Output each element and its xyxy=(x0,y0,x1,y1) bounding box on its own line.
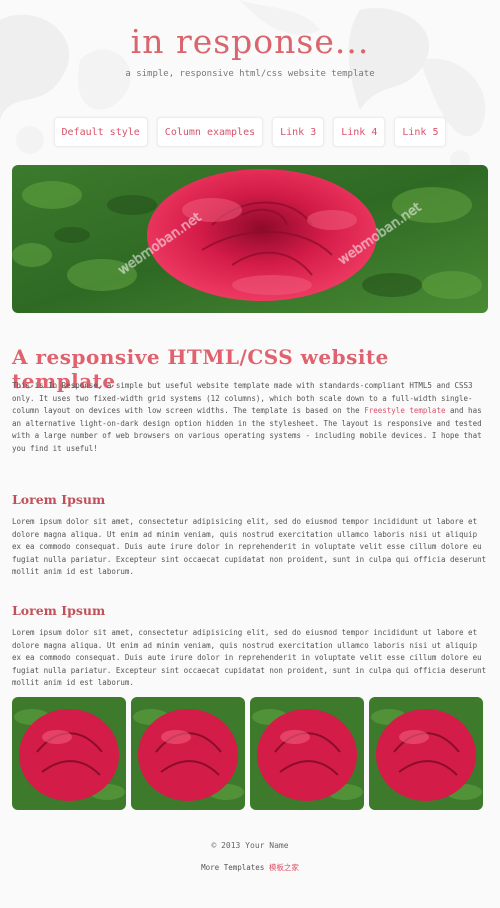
thumbnail-image[interactable] xyxy=(131,697,245,810)
hero-image: webmoban.net webmoban.net xyxy=(12,165,488,313)
footer-more-templates: More Templates 模板之家 xyxy=(0,862,500,873)
footer-copyright: © 2013 Your Name xyxy=(211,841,289,850)
site-subtitle: a simple, responsive html/css website te… xyxy=(125,69,375,79)
thumbnail-image[interactable] xyxy=(250,697,364,810)
more-templates-link[interactable]: 模板之家 xyxy=(269,863,299,872)
section-title: Lorem Ipsum xyxy=(12,492,106,507)
nav-item-link-5[interactable]: Link 5 xyxy=(394,117,447,147)
nav-item-column-examples[interactable]: Column examples xyxy=(156,117,264,147)
intro-paragraph: This is In Response, a simple but useful… xyxy=(12,380,488,456)
section-title: Lorem Ipsum xyxy=(12,603,106,618)
thumbnail-image[interactable] xyxy=(12,697,126,810)
freestyle-template-link[interactable]: Freestyle template xyxy=(364,406,445,415)
section-body: Lorem ipsum dolor sit amet, consectetur … xyxy=(12,628,487,688)
site-header: in response... a simple, responsive html… xyxy=(0,0,500,108)
nav-item-link-4[interactable]: Link 4 xyxy=(333,117,386,147)
nav-item-link-3[interactable]: Link 3 xyxy=(272,117,325,147)
more-templates-label: More Templates xyxy=(201,863,265,872)
main-nav: Default style Column examples Link 3 Lin… xyxy=(0,117,500,147)
thumbnail-image[interactable] xyxy=(369,697,483,810)
section-body: Lorem ipsum dolor sit amet, consectetur … xyxy=(12,517,487,577)
thumbnail-gallery xyxy=(12,697,488,810)
site-title[interactable]: in response... xyxy=(0,22,500,61)
nav-item-default-style[interactable]: Default style xyxy=(53,117,148,147)
